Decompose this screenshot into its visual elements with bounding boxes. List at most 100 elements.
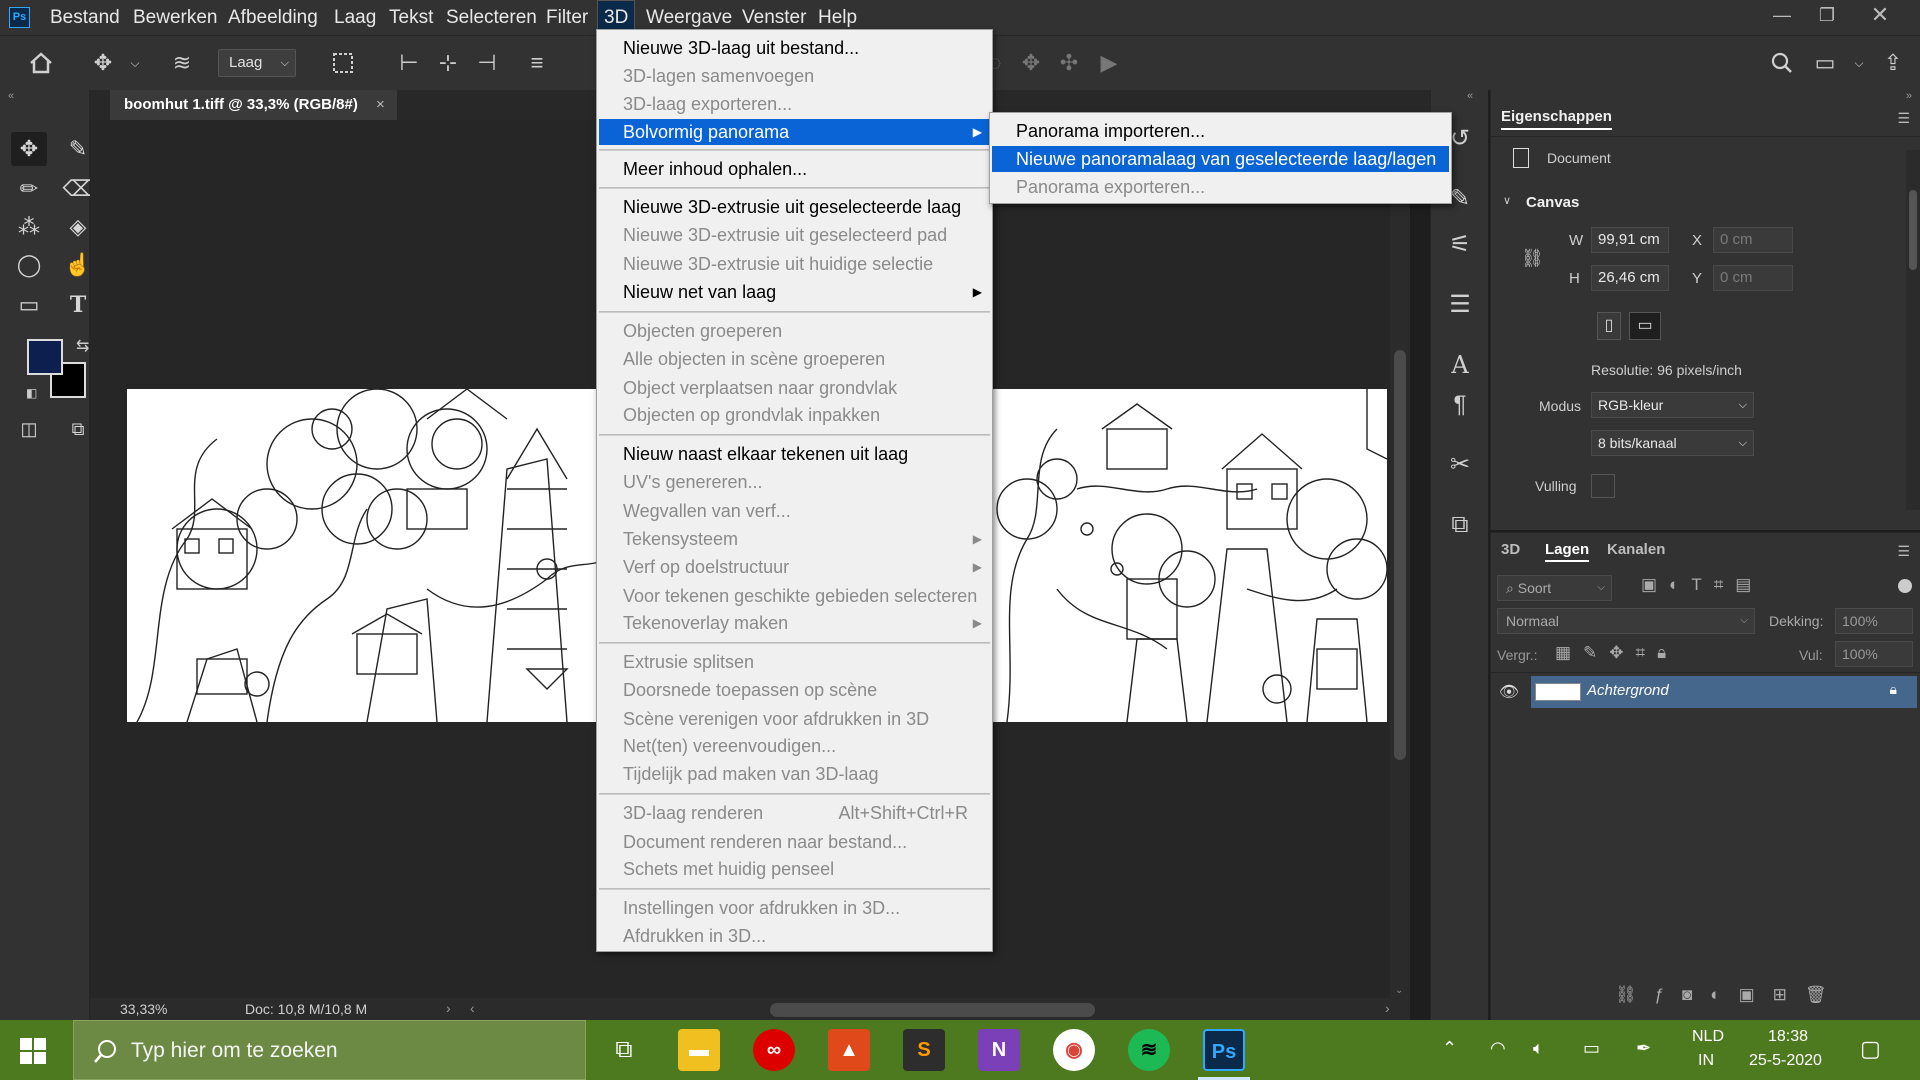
menu-item-import-panorama[interactable]: Panorama importeren...	[992, 118, 1449, 144]
collapse-panel-icon[interactable]: »	[1906, 90, 1912, 102]
swap-colors-icon[interactable]: ⇆	[76, 336, 89, 356]
menu-item-sketch-with-current-brush[interactable]: Schets met huidig penseel	[599, 856, 990, 882]
layer-name[interactable]: Achtergrond	[1587, 682, 1669, 699]
layer-row[interactable]: Achtergrond 🔒︎	[1531, 676, 1917, 708]
layer-filter-icons[interactable]: ▣◐T⌗▤	[1641, 575, 1763, 595]
close-window-icon[interactable]: ✕	[1858, 0, 1902, 30]
align-right-icon[interactable]: ⊣	[470, 46, 504, 80]
menu-item-paint-system[interactable]: Tekensysteem ▶	[599, 526, 990, 552]
chevron-down-icon[interactable]: ⌵	[118, 46, 152, 80]
panel-menu-icon[interactable]: ☰	[1897, 543, 1910, 560]
tab-channels[interactable]: Kanalen	[1607, 541, 1665, 558]
expand-panels-icon[interactable]: «	[1467, 90, 1473, 102]
menu-item-new-panorama-layer[interactable]: Nieuwe panoramalaag van geselecteerde la…	[992, 146, 1449, 172]
search-icon[interactable]	[1765, 46, 1799, 80]
portrait-orientation-icon[interactable]: ▯	[1597, 312, 1621, 340]
menu-item-extrusion-from-layer[interactable]: Nieuwe 3D-extrusie uit geselecteerde laa…	[599, 194, 990, 220]
creative-cloud-icon[interactable]: ∞	[753, 1029, 795, 1071]
home-icon[interactable]	[24, 46, 58, 80]
properties-title[interactable]: Eigenschappen	[1501, 108, 1612, 130]
quick-mask-icon[interactable]: ◫	[11, 412, 47, 446]
3d-slide-icon[interactable]: ✣	[1052, 46, 1086, 80]
bit-depth-dropdown[interactable]: 8 bits/kanaal ⌵	[1591, 430, 1754, 456]
sublime-text-icon[interactable]: S	[903, 1029, 945, 1071]
x-field[interactable]: 0 cm	[1713, 227, 1793, 253]
move-tool-icon[interactable]: ✥	[11, 132, 47, 166]
menu-item-apply-cross-section[interactable]: Doorsnede toepassen op scène	[599, 677, 990, 703]
menu-item-split-extrusion[interactable]: Extrusie splitsen	[599, 649, 990, 675]
taskbar-search-box[interactable]: Typ hier om te zoeken	[73, 1020, 586, 1080]
vertical-scroll-thumb[interactable]	[1394, 350, 1406, 760]
spotify-icon[interactable]: ≋	[1128, 1029, 1170, 1071]
menu-item-paint-on-target-texture[interactable]: Verf op doelstructuur ▶	[599, 554, 990, 580]
input-method[interactable]: IN	[1698, 1052, 1714, 1070]
document-tab[interactable]: boomhut 1.tiff @ 33,3% (RGB/8#) ×	[110, 90, 397, 120]
layer-actions-icons[interactable]: ⛓ƒ◙◐▣⊞🗑︎	[1615, 985, 1844, 1005]
menu-item-3d-print[interactable]: Afdrukken in 3D...	[599, 923, 990, 949]
chevron-right-icon[interactable]: ›	[446, 1000, 451, 1016]
menu-item-pack-objects-on-ground[interactable]: Objecten op grondvlak inpakken	[599, 402, 990, 428]
eye-visibility-icon[interactable]: 👁︎	[1495, 678, 1523, 708]
menu-selecteren[interactable]: Selecteren	[440, 0, 543, 35]
adjustments-icon[interactable]: ⚟	[1443, 228, 1477, 262]
menu-item-create-painting-overlay[interactable]: Tekenoverlay maken ▶	[599, 610, 990, 636]
align-left-icon[interactable]: ⊢	[392, 46, 426, 80]
wifi-icon[interactable]: ◠	[1490, 1038, 1506, 1059]
restore-icon[interactable]: ❐	[1805, 0, 1849, 30]
collapse-icon[interactable]: «	[8, 90, 14, 102]
windows-start-icon[interactable]	[20, 1038, 46, 1064]
zoom-level[interactable]: 33,33%	[120, 1001, 167, 1017]
menu-filter[interactable]: Filter	[540, 0, 594, 35]
default-colors-icon[interactable]: ◧	[26, 386, 37, 400]
menu-item-get-more-content[interactable]: Meer inhoud ophalen...	[599, 156, 990, 182]
chevron-down-icon[interactable]: ⌵	[1842, 46, 1876, 80]
scroll-down-icon[interactable]: ⌄	[1395, 985, 1403, 996]
battery-icon[interactable]: ▭	[1583, 1038, 1600, 1059]
blend-mode-dropdown[interactable]: Normaal ⌵	[1497, 608, 1755, 634]
3d-pan-icon[interactable]: ✥	[1014, 46, 1048, 80]
chrome-icon[interactable]: ◉	[1053, 1029, 1095, 1071]
menu-item-export-panorama[interactable]: Panorama exporteren...	[992, 174, 1449, 200]
menu-item-paint-falloff[interactable]: Wegvallen van verf...	[599, 498, 990, 524]
menu-item-new-mesh-from-layer[interactable]: Nieuw net van laag ▶	[599, 279, 990, 305]
layer-filter-dropdown[interactable]: ⌕ Soort ⌵	[1497, 575, 1612, 601]
properties-scroll-thumb[interactable]	[1909, 190, 1917, 270]
link-icon[interactable]: ⛓	[1521, 248, 1544, 269]
menu-item-new-tiled-painting[interactable]: Nieuw naast elkaar tekenen uit laag	[599, 441, 990, 467]
pen-icon[interactable]: ✒	[1636, 1038, 1651, 1059]
landscape-orientation-icon[interactable]: ▭	[1629, 312, 1661, 340]
menu-item-render-3d-layer[interactable]: 3D-laag renderen Alt+Shift+Ctrl+R	[599, 800, 990, 826]
foreground-color-swatch[interactable]	[27, 339, 63, 375]
tab-3d[interactable]: 3D	[1501, 541, 1520, 558]
scroll-right-icon[interactable]: ›	[1385, 1000, 1390, 1016]
menu-afbeelding[interactable]: Afbeelding	[222, 0, 324, 35]
menu-item-move-object-to-ground[interactable]: Object verplaatsen naar grondvlak	[599, 375, 990, 401]
pencil-tool-icon[interactable]: ✏	[11, 172, 47, 206]
properties-scrollbar[interactable]	[1906, 150, 1920, 510]
workspace-icon[interactable]: ▭	[1808, 46, 1842, 80]
menu-item-export-3d-layer[interactable]: 3D-laag exporteren...	[599, 91, 990, 117]
layers-stack-icon[interactable]: ≋	[165, 46, 199, 80]
lasso-tool-icon[interactable]: ◯	[11, 248, 47, 282]
move-tool-icon[interactable]: ✥	[86, 46, 120, 80]
menu-item-extrusion-from-path[interactable]: Nieuwe 3D-extrusie uit geselecteerd pad	[599, 222, 990, 248]
clock-time[interactable]: 18:38	[1768, 1028, 1808, 1046]
menu-tekst[interactable]: Tekst	[383, 0, 439, 35]
lock-icons[interactable]: ▦✎✥⌗🔒︎	[1555, 643, 1678, 663]
opacity-field[interactable]: 100%	[1835, 608, 1913, 634]
magic-wand-tool-icon[interactable]: ⁂	[11, 210, 47, 244]
menu-item-unify-scene-for-3d-print[interactable]: Scène verenigen voor afdrukken in 3D	[599, 706, 990, 732]
transform-controls-icon[interactable]	[326, 46, 360, 80]
chevron-up-icon[interactable]: ⌃	[1442, 1038, 1457, 1059]
share-icon[interactable]: ⇪	[1876, 46, 1910, 80]
rectangle-tool-icon[interactable]: ▭	[11, 288, 47, 322]
character-icon[interactable]: A	[1443, 348, 1477, 382]
onenote-icon[interactable]: N	[978, 1029, 1020, 1071]
menu-item-make-work-path[interactable]: Tijdelijk pad maken van 3D-laag	[599, 761, 990, 787]
volume-icon[interactable]: 🔈︎	[1533, 1038, 1544, 1059]
menu-item-group-objects[interactable]: Objecten groeperen	[599, 318, 990, 344]
paragraph-styles-icon[interactable]: ☰	[1443, 288, 1477, 322]
menu-item-simplify-meshes[interactable]: Net(ten) vereenvoudigen...	[599, 733, 990, 759]
filter-toggle[interactable]	[1898, 579, 1912, 593]
libraries-icon[interactable]: ⧉	[1443, 508, 1477, 542]
